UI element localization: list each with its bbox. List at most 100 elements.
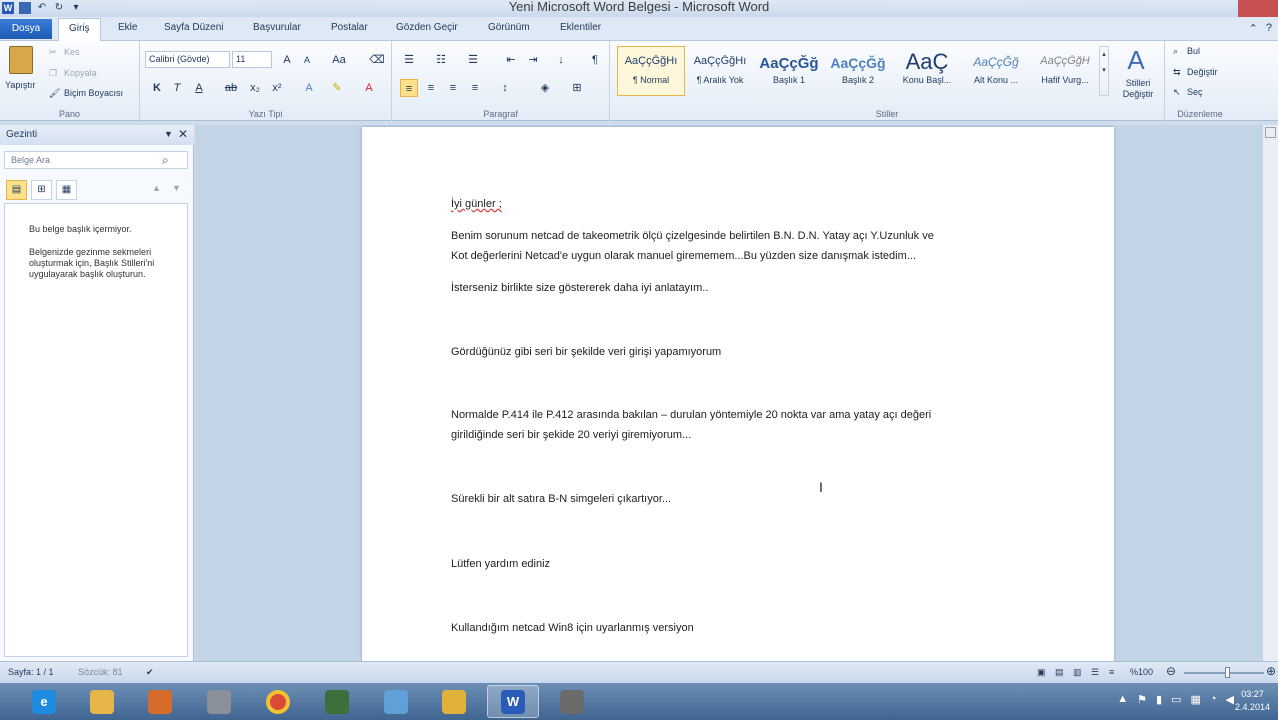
shading-icon[interactable]: ◈ (536, 79, 554, 97)
word-taskbar-button[interactable]: W (487, 685, 539, 718)
help-icon[interactable]: ? (1266, 22, 1272, 35)
results-view-icon[interactable]: ▦ (56, 180, 77, 200)
system-clock[interactable]: 03:27 2.4.2014 (1235, 688, 1270, 714)
style-title[interactable]: AaÇ Konu Başl... (893, 46, 961, 96)
document-page[interactable]: İyi günler ; Benim sorunum netcad de tak… (362, 127, 1114, 661)
font-size-combo[interactable]: 11 (232, 51, 272, 68)
flag-icon[interactable]: ⚑ (1137, 693, 1147, 706)
line-spacing-icon[interactable]: ↕ (496, 79, 514, 97)
tab-insert[interactable]: Ekle (118, 22, 137, 33)
style-subtle-emphasis[interactable]: AaÇçĞğH Hafif Vurg... (1031, 46, 1099, 96)
show-hidden-icons-icon[interactable]: ▲ (1117, 693, 1128, 706)
style-heading-1[interactable]: AaÇçĞğ Başlık 1 (755, 46, 823, 96)
style-no-spacing[interactable]: AaÇçĞğHı ¶ Aralık Yok (686, 46, 754, 96)
change-styles-icon[interactable]: A (1120, 45, 1152, 75)
app-taskbar-button-6[interactable] (546, 685, 598, 718)
next-result-icon[interactable]: ▼ (172, 183, 181, 193)
word-count[interactable]: Sözcük: 81 (78, 667, 123, 677)
close-button[interactable] (1238, 0, 1278, 17)
app-taskbar-button-5[interactable] (428, 685, 480, 718)
page-count[interactable]: Sayfa: 1 / 1 (8, 667, 54, 677)
copy-button[interactable]: Kopyala (64, 68, 97, 78)
paste-icon[interactable] (9, 46, 33, 74)
proofing-icon[interactable]: ✔ (146, 667, 154, 678)
draft-icon[interactable]: ≡ (1109, 667, 1114, 677)
numbering-icon[interactable]: ☷ (432, 51, 450, 69)
tab-home[interactable]: Giriş (58, 18, 101, 42)
text-effects-icon[interactable]: A (300, 79, 318, 97)
monitor-icon[interactable]: ▭ (1171, 693, 1181, 706)
highlight-icon[interactable]: ✎ (328, 79, 346, 97)
tab-file[interactable]: Dosya (0, 19, 52, 39)
vertical-scrollbar[interactable] (1262, 125, 1278, 661)
web-layout-icon[interactable]: ▥ (1073, 667, 1082, 678)
previous-result-icon[interactable]: ▲ (152, 183, 161, 193)
zoom-slider-thumb[interactable] (1225, 667, 1230, 678)
zoom-level[interactable]: %100 (1130, 667, 1153, 677)
internet-explorer-taskbar-button[interactable]: e (18, 685, 70, 718)
nav-close-icon[interactable]: ✕ (178, 127, 188, 141)
wifi-icon[interactable]: ◔ (1210, 693, 1217, 706)
pages-view-icon[interactable]: ⊞ (31, 180, 52, 200)
app-taskbar-button-4[interactable] (370, 685, 422, 718)
style-subtitle[interactable]: AaÇçĞğ Alt Konu ... (962, 46, 1030, 96)
cut-button[interactable]: Kes (64, 47, 80, 57)
app-taskbar-button-2[interactable] (193, 685, 245, 718)
shrink-font-icon[interactable]: A (298, 51, 316, 69)
font-color-icon[interactable]: A (360, 79, 378, 97)
style-heading-2[interactable]: AaÇçĞğ Başlık 2 (824, 46, 892, 96)
ruler-toggle-icon[interactable] (1265, 127, 1276, 138)
bullets-icon[interactable]: ☰ (400, 51, 418, 69)
style-normal[interactable]: AaÇçĞğHı ¶ Normal (617, 46, 685, 96)
paste-button[interactable]: Yapıştır (5, 80, 35, 90)
zoom-in-icon[interactable]: ⊕ (1266, 664, 1276, 678)
find-button[interactable]: Bul (1187, 46, 1200, 56)
print-layout-icon[interactable]: ▣ (1037, 667, 1046, 678)
document-search-input[interactable]: Belge Ara (4, 151, 188, 169)
zoom-out-icon[interactable]: ⊖ (1166, 664, 1176, 678)
tab-view[interactable]: Görünüm (488, 22, 530, 33)
app-taskbar-button-3[interactable] (311, 685, 363, 718)
italic-icon[interactable]: T (168, 79, 186, 97)
change-case-icon[interactable]: Aa (330, 51, 348, 69)
keyboard-icon[interactable]: ▦ (1190, 693, 1200, 706)
zoom-slider[interactable] (1184, 672, 1264, 674)
font-name-combo[interactable]: Calibri (Gövde) (145, 51, 230, 68)
network-icon[interactable]: ▮ (1156, 693, 1162, 706)
format-painter-button[interactable]: Biçim Boyacısı (64, 88, 123, 98)
show-marks-icon[interactable]: ¶ (586, 51, 604, 69)
tab-review[interactable]: Gözden Geçir (396, 22, 458, 33)
clear-formatting-icon[interactable]: ⌫ (368, 51, 386, 69)
app-taskbar-button-1[interactable] (134, 685, 186, 718)
replace-button[interactable]: Değiştir (1187, 67, 1218, 77)
grow-font-icon[interactable]: A (278, 51, 296, 69)
sort-icon[interactable]: ↓ (552, 51, 570, 69)
subscript-icon[interactable]: x₂ (246, 79, 264, 97)
tab-mailings[interactable]: Postalar (331, 22, 368, 33)
superscript-icon[interactable]: x² (268, 79, 286, 97)
tab-addins[interactable]: Eklentiler (560, 22, 601, 33)
underline-icon[interactable]: A (190, 79, 208, 97)
tab-page-layout[interactable]: Sayfa Düzeni (164, 22, 223, 33)
nav-menu-icon[interactable]: ▼ (164, 129, 173, 139)
outline-icon[interactable]: ☰ (1091, 667, 1099, 678)
minimize-button[interactable] (1182, 0, 1210, 17)
align-left-icon[interactable]: ≡ (400, 79, 418, 97)
strikethrough-icon[interactable]: ab (222, 79, 240, 97)
collapse-ribbon-icon[interactable]: ⌃ (1249, 22, 1258, 35)
headings-view-icon[interactable]: ▤ (6, 180, 27, 200)
document-area[interactable]: İyi günler ; Benim sorunum netcad de tak… (195, 125, 1278, 661)
styles-gallery-scroll[interactable]: ▴ ▾ (1099, 46, 1109, 96)
increase-indent-icon[interactable]: ⇥ (524, 51, 542, 69)
decrease-indent-icon[interactable]: ⇤ (502, 51, 520, 69)
volume-icon[interactable]: ◀ (1226, 693, 1234, 706)
file-explorer-taskbar-button[interactable] (76, 685, 128, 718)
align-right-icon[interactable]: ≡ (444, 79, 462, 97)
full-screen-reading-icon[interactable]: ▤ (1055, 667, 1064, 678)
tab-references[interactable]: Başvurular (253, 22, 301, 33)
multilevel-list-icon[interactable]: ☰ (464, 51, 482, 69)
justify-icon[interactable]: ≡ (466, 79, 484, 97)
align-center-icon[interactable]: ≡ (422, 79, 440, 97)
search-icon[interactable]: ⌕ (162, 153, 169, 168)
change-styles-button[interactable]: Stilleri Değiştir (1118, 78, 1158, 100)
